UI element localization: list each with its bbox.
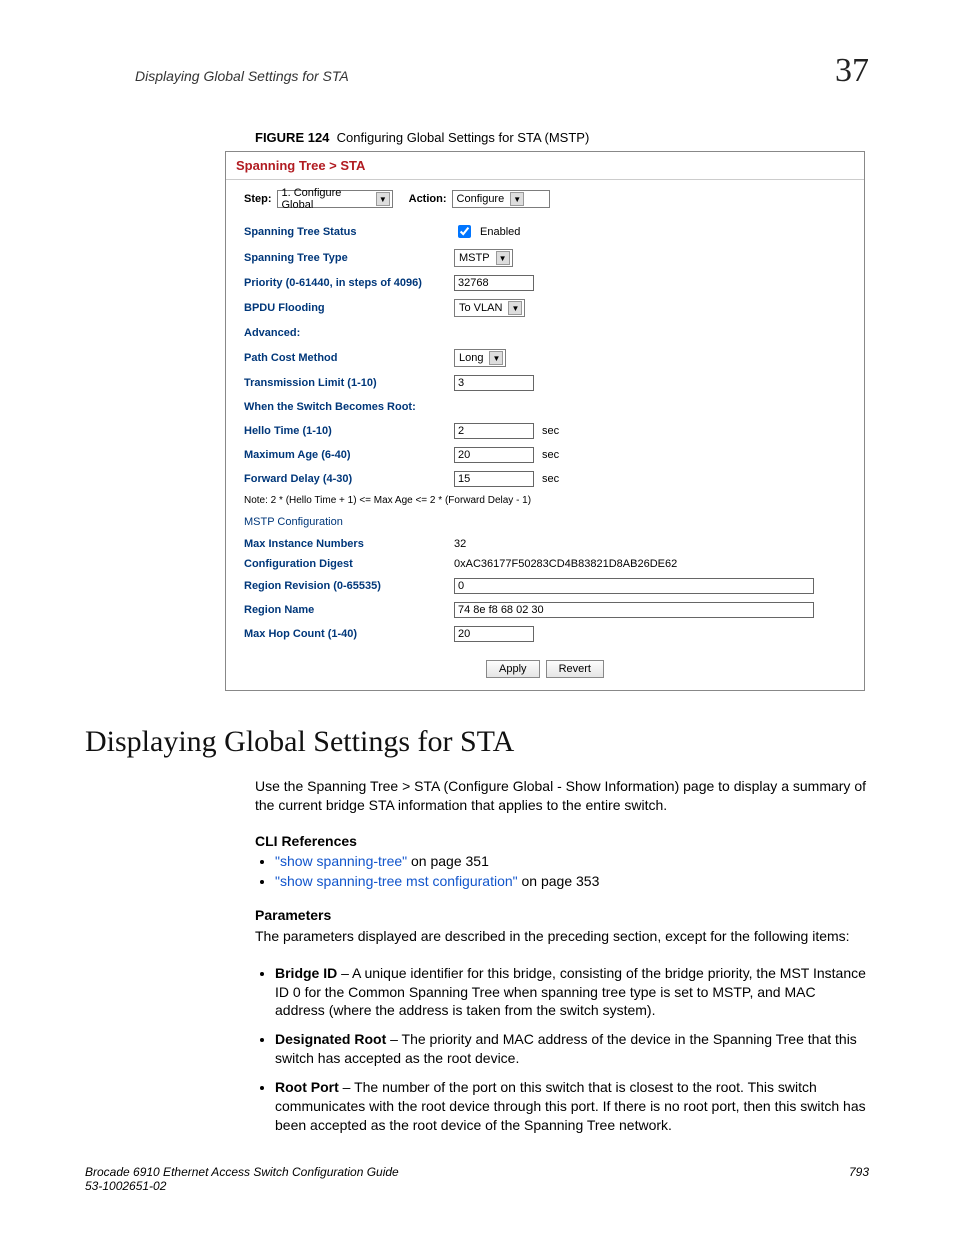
hello-label: Hello Time (1-10) [244,425,454,437]
bpdu-label: BPDU Flooding [244,302,454,314]
dropdown-icon: ▼ [510,192,524,206]
maxage-input[interactable] [454,447,534,463]
action-select[interactable]: Configure▼ [452,190,550,208]
regionname-input[interactable] [454,602,814,618]
priority-label: Priority (0-61440, in steps of 4096) [244,277,454,289]
digest-label: Configuration Digest [244,558,454,570]
cli-ref-link[interactable]: "show spanning-tree mst configuration" [275,873,518,889]
type-select[interactable]: MSTP▼ [454,249,513,267]
fwd-unit: sec [542,473,559,485]
param-desc: – A unique identifier for this bridge, c… [275,965,866,1019]
root-header: When the Switch Becomes Root: [244,401,846,413]
maxinst-value: 32 [454,538,466,550]
regionrev-input[interactable] [454,578,814,594]
parameters-heading: Parameters [255,907,869,923]
param-item: Designated Root – The priority and MAC a… [275,1030,869,1068]
figure-caption: FIGURE 124 Configuring Global Settings f… [255,130,869,145]
tl-input[interactable] [454,375,534,391]
maxage-unit: sec [542,449,559,461]
mstp-header: MSTP Configuration [244,516,846,528]
config-screenshot: Spanning Tree > STA Step: 1. Configure G… [225,151,865,691]
param-intro: The parameters displayed are described i… [255,927,869,946]
maxage-label: Maximum Age (6-40) [244,449,454,461]
param-name: Bridge ID [275,965,337,981]
enabled-checkbox[interactable] [458,225,471,238]
maxhop-label: Max Hop Count (1-40) [244,628,454,640]
enabled-text: Enabled [480,226,520,238]
chapter-number: 37 [835,52,869,90]
revert-button[interactable]: Revert [546,660,604,678]
page-number: 793 [849,1165,869,1193]
step-label: Step: [244,193,272,205]
footer-docnum: 53-1002651-02 [85,1179,399,1193]
dropdown-icon: ▼ [489,351,503,365]
hello-unit: sec [542,425,559,437]
note-text: Note: 2 * (Hello Time + 1) <= Max Age <=… [244,495,846,506]
pcm-select[interactable]: Long▼ [454,349,506,367]
regionname-label: Region Name [244,604,454,616]
pcm-label: Path Cost Method [244,352,454,364]
cli-ref-suffix: on page 353 [518,873,600,889]
digest-value: 0xAC36177F50283CD4B83821D8AB26DE62 [454,558,677,570]
cli-refs-heading: CLI References [255,833,869,849]
status-label: Spanning Tree Status [244,226,454,238]
regionrev-label: Region Revision (0-65535) [244,580,454,592]
fwd-label: Forward Delay (4-30) [244,473,454,485]
action-label: Action: [409,193,447,205]
breadcrumb: Spanning Tree > STA [226,152,864,180]
param-name: Root Port [275,1079,339,1095]
param-name: Designated Root [275,1031,386,1047]
cli-ref-link[interactable]: "show spanning-tree" [275,853,407,869]
param-item: Bridge ID – A unique identifier for this… [275,964,869,1021]
bpdu-select[interactable]: To VLAN▼ [454,299,525,317]
param-item: Root Port – The number of the port on th… [275,1078,869,1135]
cli-ref-item: "show spanning-tree mst configuration" o… [275,873,869,889]
tl-label: Transmission Limit (1-10) [244,377,454,389]
cli-ref-suffix: on page 351 [407,853,489,869]
advanced-header: Advanced: [244,327,846,339]
cli-ref-item: "show spanning-tree" on page 351 [275,853,869,869]
param-desc: – The number of the port on this switch … [275,1079,866,1133]
footer-title: Brocade 6910 Ethernet Access Switch Conf… [85,1165,399,1179]
running-title: Displaying Global Settings for STA [135,68,349,84]
maxhop-input[interactable] [454,626,534,642]
step-select[interactable]: 1. Configure Global▼ [277,190,393,208]
dropdown-icon: ▼ [508,301,522,315]
fwd-input[interactable] [454,471,534,487]
priority-input[interactable] [454,275,534,291]
hello-input[interactable] [454,423,534,439]
section-heading: Displaying Global Settings for STA [85,725,869,759]
intro-paragraph: Use the Spanning Tree > STA (Configure G… [255,777,869,815]
dropdown-icon: ▼ [496,251,510,265]
type-label: Spanning Tree Type [244,252,454,264]
dropdown-icon: ▼ [376,192,389,206]
apply-button[interactable]: Apply [486,660,540,678]
maxinst-label: Max Instance Numbers [244,538,454,550]
